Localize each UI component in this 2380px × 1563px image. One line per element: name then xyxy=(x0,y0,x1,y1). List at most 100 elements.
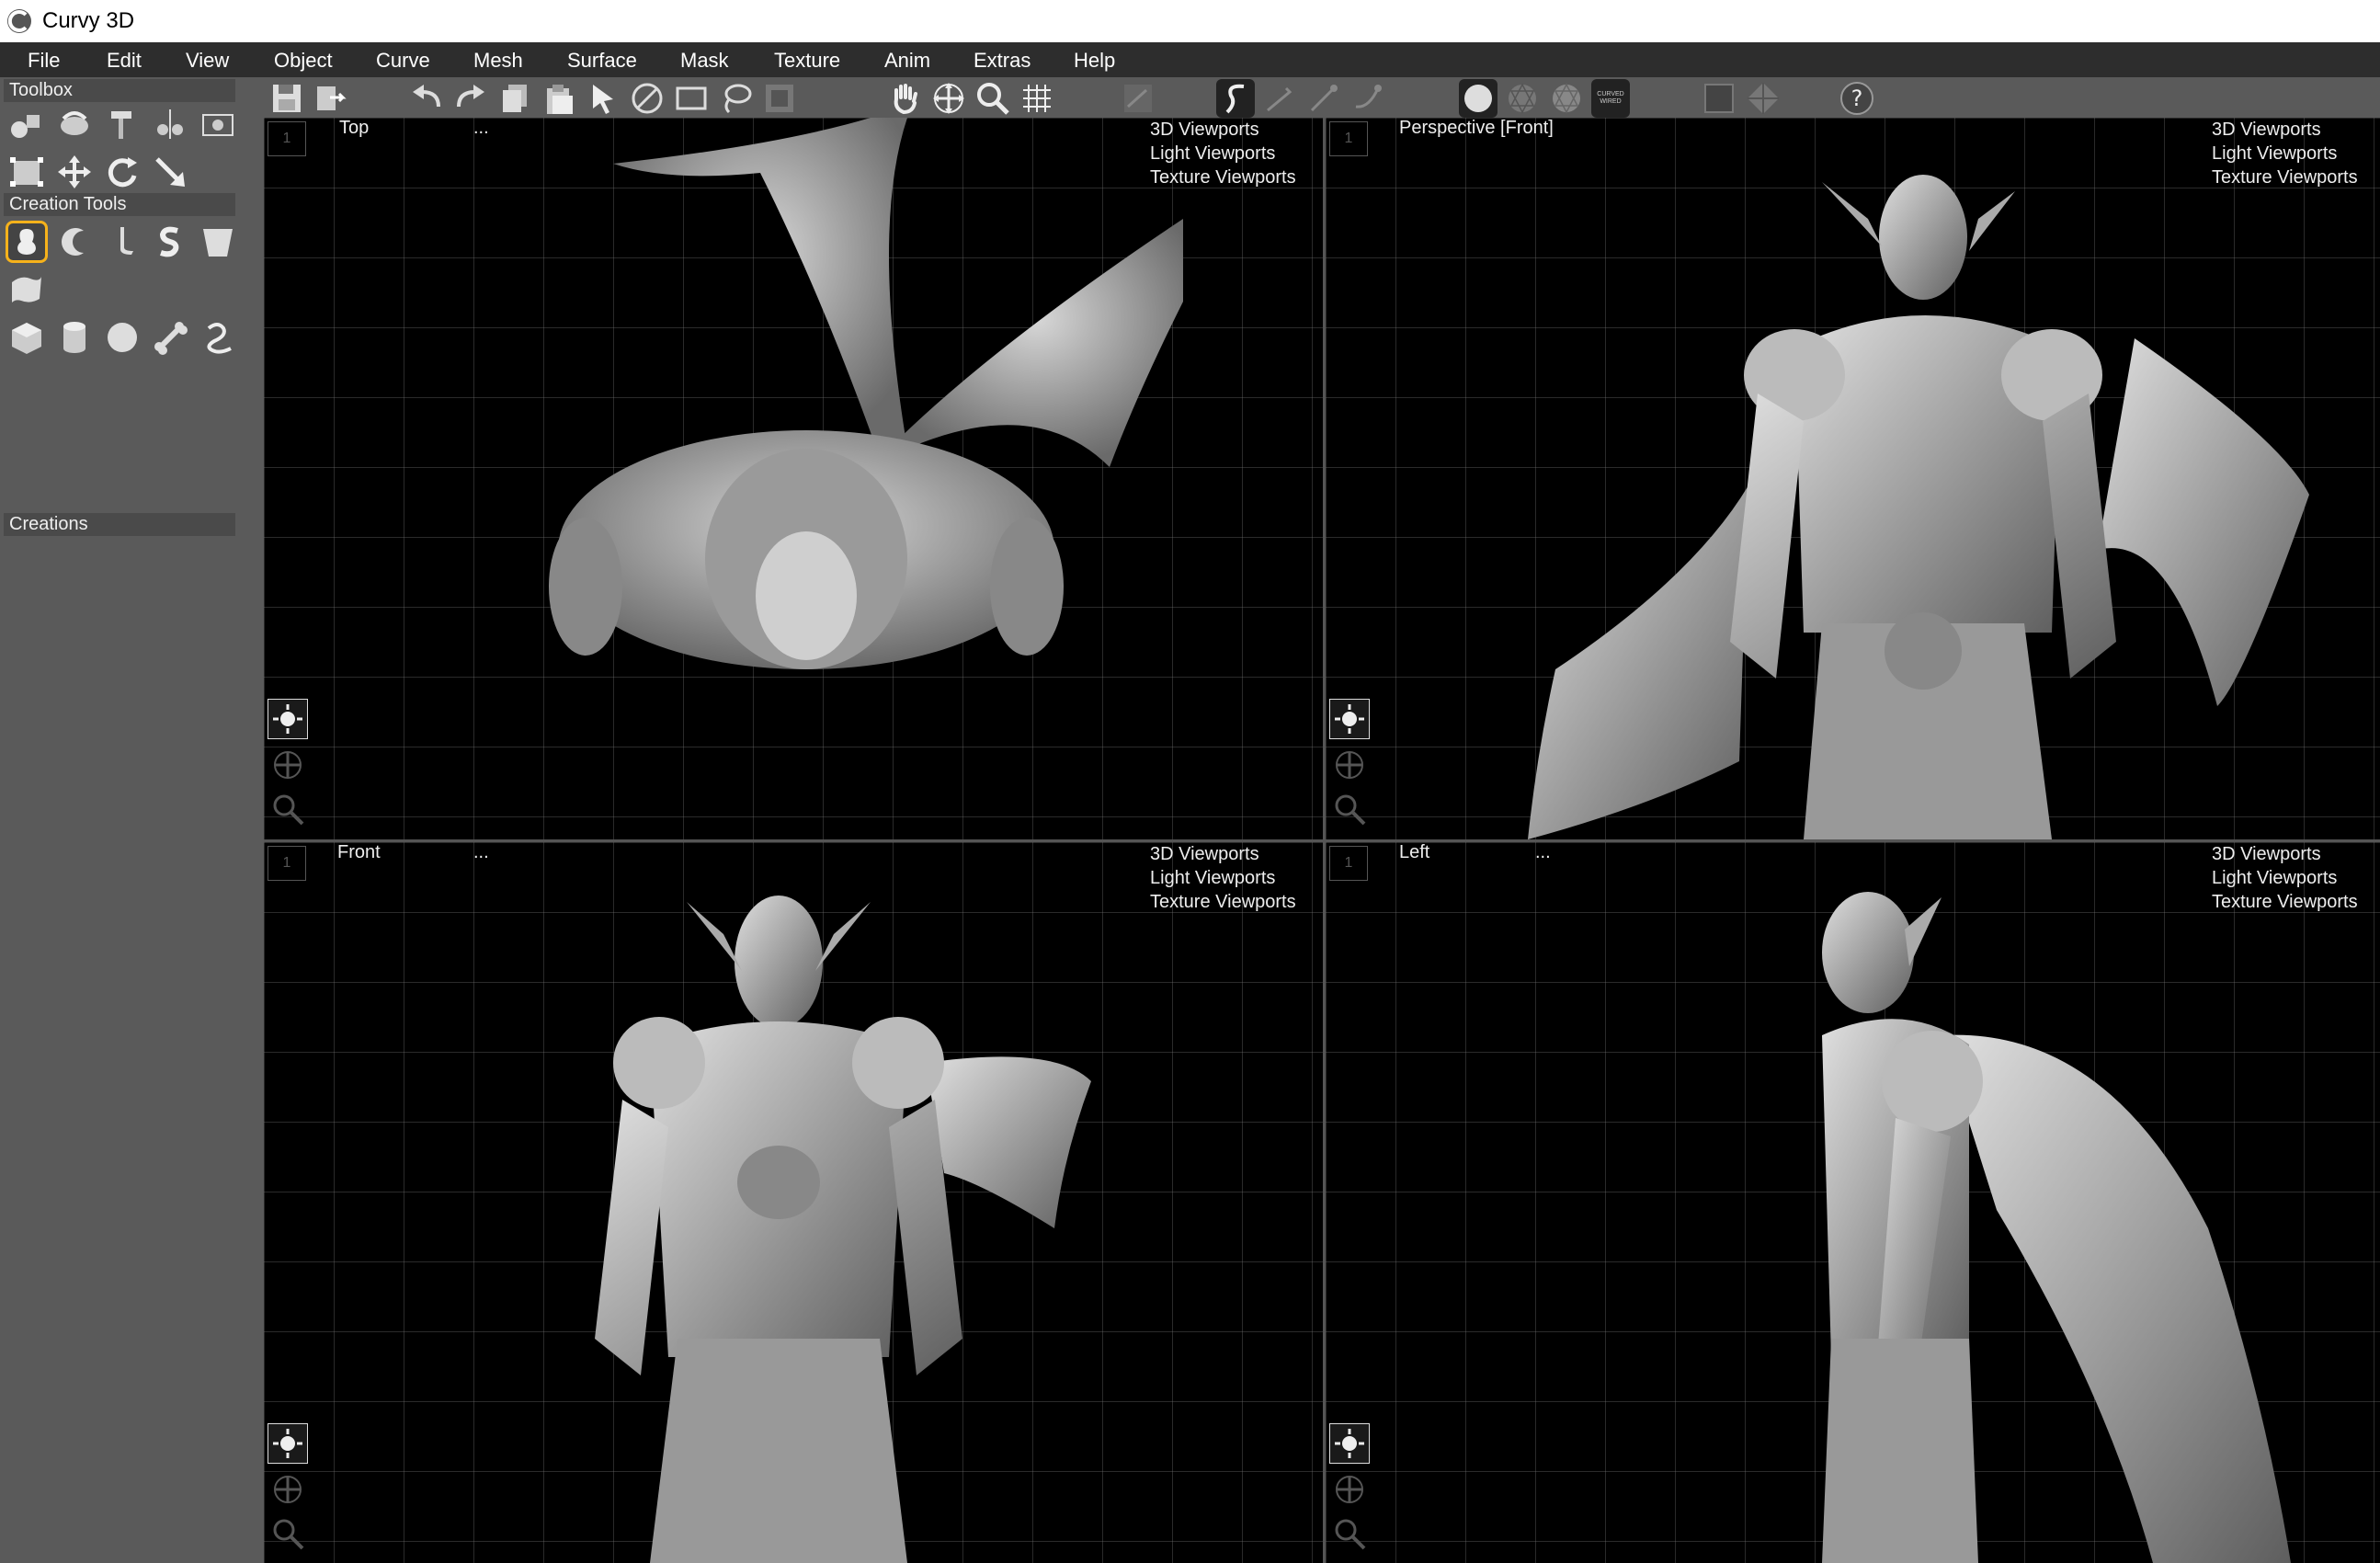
curve-tool-2-icon[interactable] xyxy=(1260,79,1299,118)
blob-creation-icon[interactable] xyxy=(6,221,48,263)
wire-shaded-mode-icon[interactable] xyxy=(1547,79,1586,118)
menu-file[interactable]: File xyxy=(28,49,60,73)
menu-help[interactable]: Help xyxy=(1074,49,1115,73)
viewport-zoom-icon[interactable] xyxy=(1329,789,1370,829)
move-icon[interactable] xyxy=(53,151,96,193)
objects-tool-icon[interactable] xyxy=(6,103,48,145)
crescent-creation-icon[interactable] xyxy=(53,221,96,263)
help-icon[interactable]: ? xyxy=(1838,79,1876,118)
menu-3d-viewports[interactable]: 3D Viewports xyxy=(1150,842,1296,866)
menu-extras[interactable]: Extras xyxy=(974,49,1031,73)
viewport-camera-icon[interactable] xyxy=(1329,699,1370,739)
viewport-name[interactable]: Front xyxy=(337,842,381,863)
creations-header: Creations xyxy=(4,513,235,536)
viewport-camera-icon[interactable] xyxy=(1329,1423,1370,1464)
menu-texture[interactable]: Texture xyxy=(774,49,840,73)
viewport-pan-icon[interactable] xyxy=(1329,745,1370,785)
viewport-name[interactable]: Perspective [Front] xyxy=(1399,118,1554,139)
sculpt-tool-icon[interactable] xyxy=(53,103,96,145)
menu-3d-viewports[interactable]: 3D Viewports xyxy=(2212,842,2358,866)
viewport-options[interactable]: ... xyxy=(1535,842,1551,863)
viewport-zoom-icon[interactable] xyxy=(1329,1513,1370,1554)
mask-select-icon[interactable] xyxy=(760,79,799,118)
menu-view[interactable]: View xyxy=(186,49,229,73)
viewport-perspective[interactable]: 1 Perspective [Front] 3D Viewports Light… xyxy=(1326,118,2380,839)
lasso-select-icon[interactable] xyxy=(716,79,755,118)
viewport-left[interactable]: 1 Left ... 3D Viewports Light Viewports … xyxy=(1326,842,2380,1563)
menu-mask[interactable]: Mask xyxy=(680,49,729,73)
menu-mesh[interactable]: Mesh xyxy=(473,49,523,73)
menu-curve[interactable]: Curve xyxy=(376,49,430,73)
scale-icon[interactable] xyxy=(149,151,191,193)
image-plane-icon[interactable] xyxy=(197,103,239,145)
title-bar: Curvy 3D xyxy=(0,0,2380,42)
paste-icon[interactable] xyxy=(540,79,578,118)
symmetry-tool-icon[interactable] xyxy=(149,103,191,145)
bone-primitive-icon[interactable] xyxy=(149,316,191,359)
undo-icon[interactable] xyxy=(407,79,446,118)
menu-surface[interactable]: Surface xyxy=(567,49,637,73)
menu-3d-viewports[interactable]: 3D Viewports xyxy=(2212,118,2358,142)
grid-toggle-icon[interactable] xyxy=(1018,79,1056,118)
cube-primitive-icon[interactable] xyxy=(6,316,48,359)
viewport-pan-icon[interactable] xyxy=(1329,1469,1370,1510)
viewport-pan-icon[interactable] xyxy=(268,1469,308,1510)
viewport-zoom-icon[interactable] xyxy=(268,1513,308,1554)
menu-object[interactable]: Object xyxy=(274,49,333,73)
creation-tools-header: Creation Tools xyxy=(4,193,235,216)
copy-icon[interactable] xyxy=(495,79,534,118)
wire-mode-icon[interactable] xyxy=(1503,79,1542,118)
menu-light-viewports[interactable]: Light Viewports xyxy=(2212,142,2358,165)
viewport-name[interactable]: Top xyxy=(339,118,369,139)
character-top-view xyxy=(549,118,1183,669)
lathe-creation-icon[interactable] xyxy=(101,221,143,263)
shaded-mode-icon[interactable] xyxy=(1459,79,1497,118)
menu-anim[interactable]: Anim xyxy=(884,49,930,73)
sphere-primitive-icon[interactable] xyxy=(101,316,143,359)
select-arrow-icon[interactable] xyxy=(584,79,622,118)
viewport-front[interactable]: 1 Front ... 3D Viewports Light Viewports… xyxy=(264,842,1323,1563)
rectangle-select-icon[interactable] xyxy=(672,79,711,118)
viewport-camera-icon[interactable] xyxy=(268,699,308,739)
wired-label: WIRED xyxy=(1600,98,1622,105)
viewport-splitter-horizontal[interactable] xyxy=(264,839,2380,842)
deselect-icon[interactable] xyxy=(628,79,666,118)
viewport-index[interactable]: 1 xyxy=(268,846,306,881)
zoom-icon[interactable] xyxy=(974,79,1012,118)
viewport-name[interactable]: Left xyxy=(1399,842,1429,863)
curved-label: CURVED xyxy=(1597,91,1624,97)
menu-edit[interactable]: Edit xyxy=(107,49,142,73)
curve-tool-3-icon[interactable] xyxy=(1304,79,1343,118)
export-icon[interactable] xyxy=(312,79,350,118)
patch-creation-icon[interactable] xyxy=(6,268,48,311)
character-front-view xyxy=(595,896,1091,1563)
pan-hand-icon[interactable] xyxy=(885,79,924,118)
rotate-icon[interactable] xyxy=(101,151,143,193)
viewport-index[interactable]: 1 xyxy=(1329,121,1368,156)
cup-creation-icon[interactable] xyxy=(197,221,239,263)
viewport-zoom-icon[interactable] xyxy=(268,789,308,829)
tube-primitive-icon[interactable] xyxy=(197,316,239,359)
character-perspective-view xyxy=(1528,175,2309,839)
save-icon[interactable] xyxy=(268,79,306,118)
viewport-pan-icon[interactable] xyxy=(268,745,308,785)
curvy-logo-icon xyxy=(7,9,31,33)
quad-view-icon[interactable] xyxy=(1744,79,1782,118)
bounding-box-icon[interactable] xyxy=(6,151,48,193)
cylinder-primitive-icon[interactable] xyxy=(53,316,96,359)
viewport-camera-icon[interactable] xyxy=(268,1423,308,1464)
curved-wired-mode-badge[interactable]: CURVED WIRED xyxy=(1591,79,1630,118)
move-view-icon[interactable] xyxy=(929,79,968,118)
viewport-top[interactable]: 1 Top ... 3D Viewports Light Viewports T… xyxy=(264,118,1323,839)
curve-tool-4-icon[interactable] xyxy=(1349,79,1387,118)
extrusion-creation-icon[interactable] xyxy=(149,221,191,263)
viewport-index[interactable]: 1 xyxy=(1329,846,1368,881)
single-view-icon[interactable] xyxy=(1700,79,1738,118)
redo-icon[interactable] xyxy=(451,79,490,118)
edit-curve-icon[interactable] xyxy=(1119,79,1157,118)
viewport-options[interactable]: ... xyxy=(473,842,489,863)
viewport-index[interactable]: 1 xyxy=(268,121,306,156)
hammer-icon[interactable] xyxy=(101,103,143,145)
character-side-view xyxy=(1822,892,2291,1563)
draw-curve-icon[interactable] xyxy=(1216,79,1255,118)
